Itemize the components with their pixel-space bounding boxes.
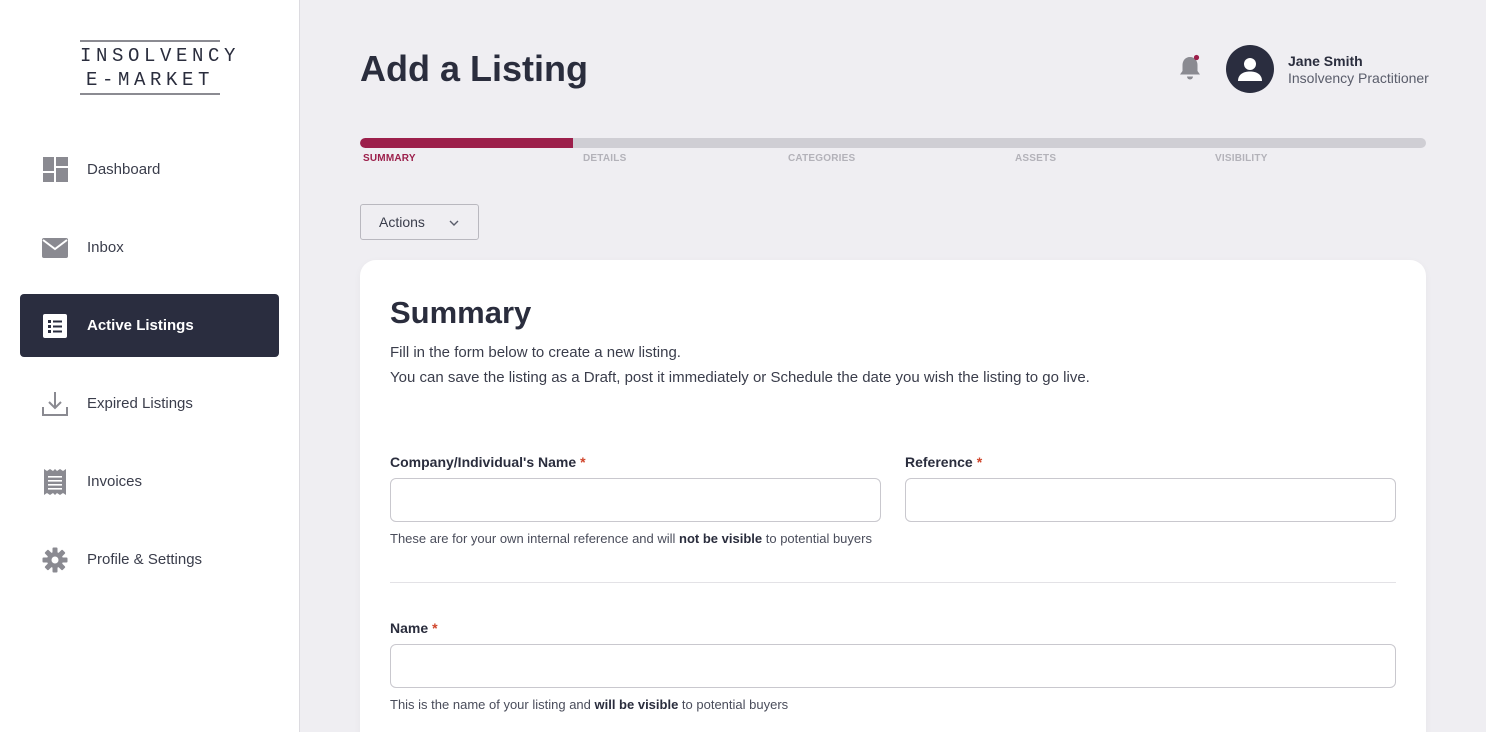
sidebar-nav: Dashboard Inbox Active Listings Expired … — [20, 138, 279, 606]
sidebar-item-label: Expired Listings — [87, 395, 193, 412]
sidebar-item-dashboard[interactable]: Dashboard — [20, 138, 279, 201]
sidebar-item-label: Active Listings — [87, 317, 194, 334]
step-visibility[interactable]: VISIBILITY — [1215, 153, 1268, 164]
sidebar-item-active-listings[interactable]: Active Listings — [20, 294, 279, 357]
dashboard-icon — [42, 157, 68, 183]
bell-icon[interactable] — [1177, 54, 1203, 82]
card-title: Summary — [390, 295, 532, 330]
gear-icon — [42, 547, 68, 573]
progress-fill — [360, 138, 574, 148]
logo-line-2: E-MARKET — [80, 68, 220, 95]
internal-reference-help: These are for your own internal referenc… — [390, 531, 872, 546]
listing-name-label: Name * — [390, 620, 438, 636]
sidebar-item-label: Dashboard — [87, 161, 161, 178]
required-mark: * — [580, 454, 586, 470]
sidebar-item-invoices[interactable]: Invoices — [20, 450, 279, 513]
divider — [390, 582, 1396, 583]
sidebar-item-profile-settings[interactable]: Profile & Settings — [20, 528, 279, 591]
logo[interactable]: INSOLVENCY E-MARKET — [80, 40, 235, 95]
sidebar-item-label: Inbox — [87, 239, 124, 256]
step-details[interactable]: DETAILS — [583, 153, 626, 164]
required-mark: * — [976, 454, 983, 470]
actions-label: Actions — [379, 214, 425, 230]
user-role: Insolvency Practitioner — [1288, 70, 1429, 86]
page-title: Add a Listing — [360, 48, 588, 89]
list-icon — [42, 313, 68, 339]
listing-name-help: This is the name of your listing and wil… — [390, 697, 789, 712]
sidebar-item-expired-listings[interactable]: Expired Listings — [20, 372, 279, 435]
card-description-2: You can save the listing as a Draft, pos… — [390, 369, 1090, 386]
step-assets[interactable]: ASSETS — [1015, 153, 1056, 164]
required-mark: * — [432, 620, 438, 636]
sidebar-item-label: Invoices — [87, 473, 143, 490]
avatar[interactable] — [1226, 45, 1274, 93]
summary-card: Summary Fill in the form below to create… — [360, 260, 1426, 732]
company-name-label: Company/Individual's Name * — [390, 454, 586, 470]
sidebar: INSOLVENCY E-MARKET Dashboard Inbox Acti… — [0, 0, 300, 732]
card-description-1: Fill in the form below to create a new l… — [390, 344, 681, 361]
reference-label: Reference * — [905, 454, 983, 470]
user-name: Jane Smith — [1288, 53, 1363, 69]
logo-line-1: INSOLVENCY — [80, 40, 235, 68]
user-icon — [1238, 58, 1262, 81]
sidebar-item-label: Profile & Settings — [87, 551, 203, 568]
listing-name-field[interactable] — [390, 644, 1396, 688]
company-name-field[interactable] — [390, 478, 881, 522]
step-categories[interactable]: CATEGORIES — [788, 153, 855, 164]
mail-icon — [42, 235, 68, 261]
reference-field[interactable] — [905, 478, 1396, 522]
actions-dropdown[interactable]: Actions — [360, 204, 479, 240]
download-icon — [42, 391, 68, 417]
sidebar-item-inbox[interactable]: Inbox — [20, 216, 279, 279]
chevron-down-icon — [448, 216, 460, 232]
step-summary[interactable]: SUMMARY — [363, 153, 416, 164]
receipt-icon — [42, 468, 68, 495]
progress-track — [360, 138, 1426, 148]
